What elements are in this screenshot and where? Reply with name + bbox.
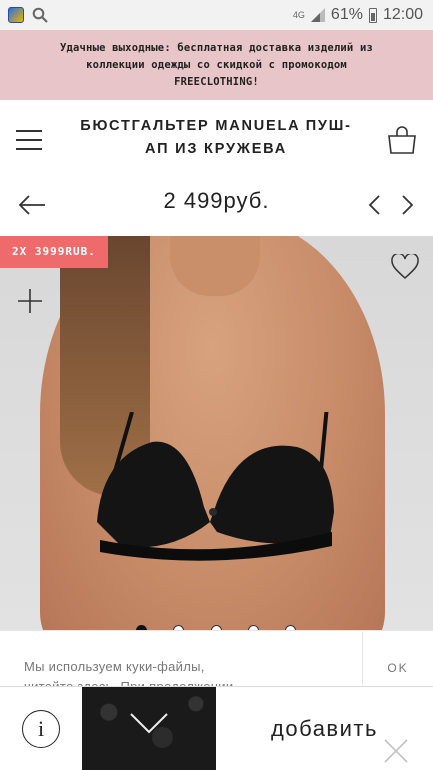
bottom-action-bar: i добавить <box>0 686 433 770</box>
product-title: БЮСТГАЛЬТЕР MANUELA ПУШ- АП ИЗ КРУЖЕВА <box>66 115 366 161</box>
status-bar: 4G 61% 12:00 <box>0 0 433 30</box>
product-photo-bra <box>97 412 334 561</box>
search-icon <box>32 7 48 23</box>
chevron-down-icon <box>130 713 168 734</box>
cookie-text-line-1: Мы используем куки-файлы, <box>24 659 205 674</box>
app-notification-icon <box>8 7 24 23</box>
shopping-bag-icon[interactable] <box>387 126 417 154</box>
price-row: 2 499руб. <box>0 180 433 230</box>
heart-icon[interactable] <box>391 254 419 280</box>
product-image[interactable] <box>0 236 433 636</box>
signal-icon <box>310 8 325 22</box>
clock: 12:00 <box>382 6 423 23</box>
info-button[interactable]: i <box>0 687 82 770</box>
promo-line-3: FREECLOTHING! <box>174 75 259 88</box>
network-type: 4G <box>292 9 305 20</box>
promo-line-2: коллекции одежды со скидкой с промокодом <box>86 58 347 71</box>
product-header: БЮСТГАЛЬТЕР MANUELA ПУШ- АП ИЗ КРУЖЕВА <box>0 100 433 180</box>
promo-badge: 2X 3999RUB. <box>0 236 108 268</box>
promo-banner[interactable]: Удачные выходные: бесплатная доставка из… <box>0 30 433 100</box>
product-thumbnail[interactable] <box>82 687 216 770</box>
previous-product-icon[interactable] <box>366 192 384 218</box>
info-icon: i <box>22 710 60 748</box>
close-icon[interactable] <box>383 738 409 764</box>
next-product-icon[interactable] <box>398 192 416 218</box>
zoom-plus-icon[interactable] <box>18 289 42 313</box>
battery-percent: 61% <box>330 6 363 23</box>
promo-line-1: Удачные выходные: бесплатная доставка из… <box>59 41 374 54</box>
product-title-line-2: АП ИЗ КРУЖЕВА <box>144 141 287 157</box>
product-title-line-1: БЮСТГАЛЬТЕР MANUELA ПУШ- <box>80 118 352 134</box>
menu-icon[interactable] <box>16 130 42 150</box>
battery-icon <box>368 7 377 23</box>
